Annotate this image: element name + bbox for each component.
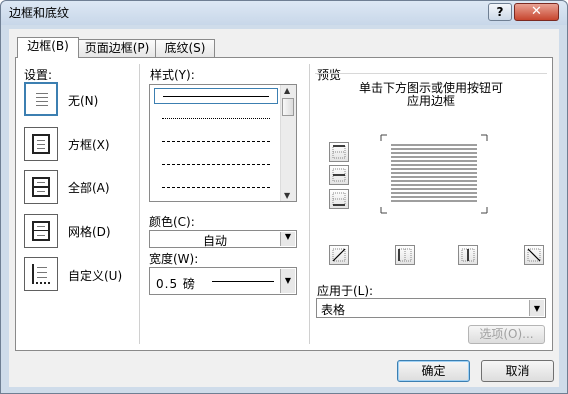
title-bar: 边框和底纹 ? ✕: [1, 1, 567, 25]
close-button[interactable]: ✕: [514, 3, 559, 21]
style-item-dash-dot[interactable]: [154, 180, 278, 196]
style-label: 样式(Y):: [150, 68, 195, 82]
grid-setting-button[interactable]: [24, 214, 58, 248]
chevron-down-icon[interactable]: ▼: [280, 269, 295, 293]
style-item-dashed[interactable]: [154, 157, 278, 173]
tab-borders[interactable]: 边框(B): [17, 37, 79, 58]
none-setting-button[interactable]: [24, 82, 58, 116]
preview-instruction-line: 应用边框: [406, 94, 455, 108]
chevron-down-icon[interactable]: ▼: [529, 300, 544, 316]
bottom-border-button[interactable]: [329, 189, 349, 209]
inside-vertical-border-icon: [461, 248, 475, 262]
help-button[interactable]: ?: [488, 3, 512, 21]
color-select[interactable]: 自动 ▼: [149, 230, 297, 248]
cancel-button[interactable]: 取消: [481, 360, 554, 382]
all-setting-icon: [32, 177, 50, 197]
diagonal-down-border-icon: [527, 248, 541, 262]
all-setting-button[interactable]: [24, 170, 58, 204]
style-item-dashed-small[interactable]: [154, 134, 278, 150]
preview-page-graphic: [380, 134, 488, 214]
top-border-icon: [332, 145, 346, 159]
left-border-button[interactable]: [395, 245, 415, 265]
preview-separator: [315, 73, 547, 74]
divider: [309, 64, 310, 344]
style-list-scrollbar[interactable]: ▲ ▼: [280, 85, 296, 201]
none-setting-label[interactable]: 无(N): [68, 92, 98, 109]
dialog-title: 边框和底纹: [9, 6, 70, 20]
width-select[interactable]: 0.5 磅 ▼: [149, 267, 297, 295]
left-border-icon: [398, 248, 412, 262]
color-label: 颜色(C):: [149, 215, 195, 229]
diagonal-down-border-button[interactable]: [524, 245, 544, 265]
box-setting-label[interactable]: 方框(X): [68, 136, 110, 153]
top-border-button[interactable]: [329, 142, 349, 162]
scroll-down-arrow-icon[interactable]: ▼: [284, 191, 290, 200]
all-setting-label[interactable]: 全部(A): [68, 179, 110, 196]
preview-instructions: 单击下方图示或使用按钮可 应用边框: [315, 82, 547, 108]
inside-vertical-border-button[interactable]: [458, 245, 478, 265]
grid-setting-label[interactable]: 网格(D): [68, 223, 111, 240]
ok-button[interactable]: 确定: [397, 360, 470, 382]
diagonal-up-border-icon: [332, 248, 346, 262]
width-line-sample: [212, 281, 274, 282]
grid-setting-icon: [32, 221, 50, 241]
preview-label: 预览: [317, 68, 342, 82]
apply-to-value: 表格: [321, 303, 346, 317]
divider: [139, 64, 140, 344]
style-item-solid[interactable]: [154, 88, 278, 104]
preview-area[interactable]: [379, 131, 489, 217]
dialog-window: 边框和底纹 ? ✕ 边框(B) 页面边框(P) 底纹(S) 设置: 无(N) 方…: [0, 0, 568, 394]
bottom-border-icon: [332, 192, 346, 206]
options-button[interactable]: 选项(O)...: [468, 325, 545, 344]
apply-to-label: 应用于(L):: [317, 284, 374, 298]
custom-setting-icon: [32, 264, 50, 284]
none-setting-icon: [33, 90, 51, 110]
style-list[interactable]: ▲ ▼: [149, 84, 297, 202]
diagonal-up-border-button[interactable]: [329, 245, 349, 265]
tab-shading[interactable]: 底纹(S): [155, 39, 215, 57]
width-label: 宽度(W):: [149, 252, 199, 266]
box-setting-button[interactable]: [24, 127, 58, 161]
box-setting-icon: [32, 134, 50, 154]
setting-label: 设置:: [24, 68, 53, 82]
style-item-dotted[interactable]: [154, 111, 278, 127]
chevron-down-icon[interactable]: ▼: [280, 232, 295, 246]
tab-page-border[interactable]: 页面边框(P): [78, 39, 156, 57]
inside-horizontal-border-button[interactable]: [329, 165, 349, 185]
apply-to-select[interactable]: 表格 ▼: [316, 298, 546, 318]
custom-setting-button[interactable]: [24, 257, 58, 291]
width-value: 0.5 磅: [156, 277, 196, 291]
dialog-client-area: 边框(B) 页面边框(P) 底纹(S) 设置: 无(N) 方框(X) 全部(A)…: [9, 29, 559, 387]
inside-horizontal-border-icon: [332, 168, 346, 182]
scroll-thumb[interactable]: [282, 98, 294, 116]
scroll-up-arrow-icon[interactable]: ▲: [284, 86, 290, 95]
custom-setting-label[interactable]: 自定义(U): [68, 267, 122, 284]
color-value: 自动: [202, 234, 227, 248]
